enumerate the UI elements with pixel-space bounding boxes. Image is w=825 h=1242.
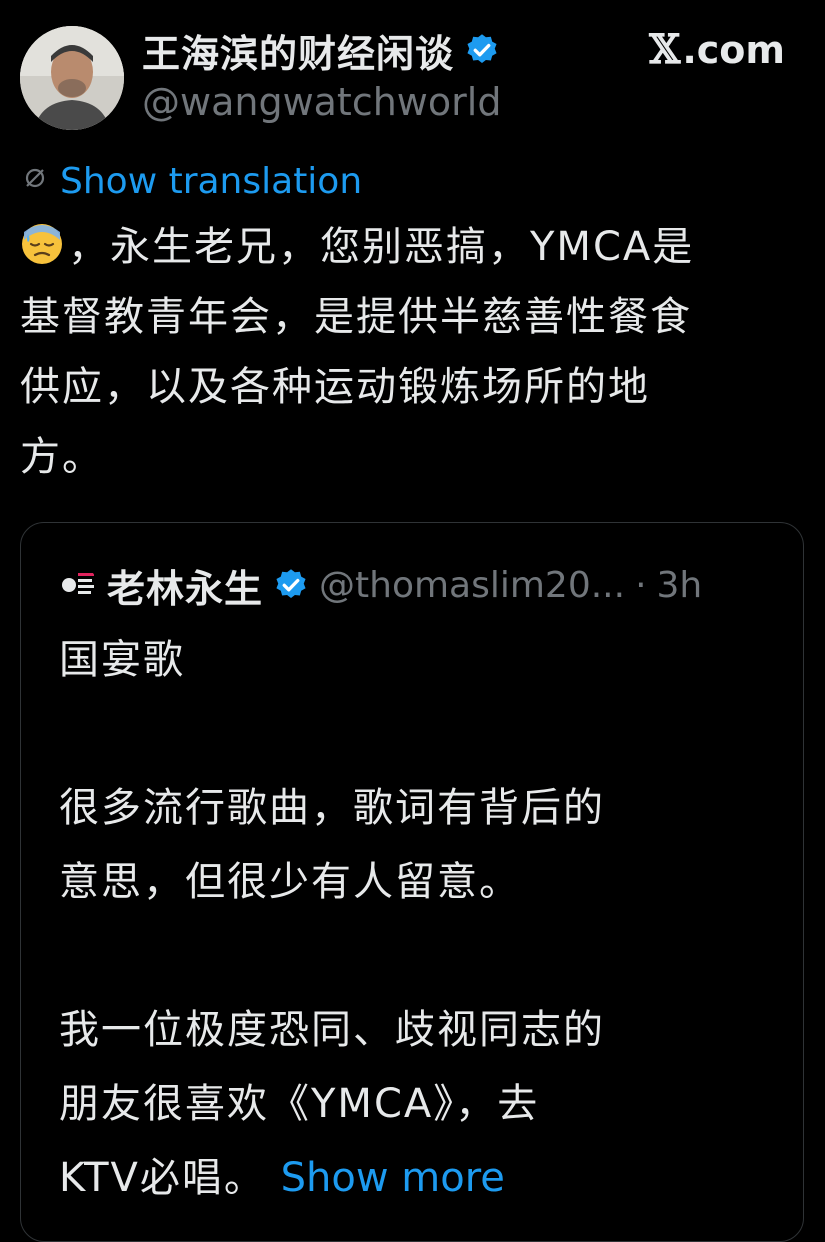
verified-badge-icon <box>273 567 309 603</box>
x-logo-icon: 𝕏 <box>649 26 681 73</box>
tweet-header: 王海滨的财经闲谈 @wangwatchworld 𝕏 .com <box>20 24 805 134</box>
show-translation-link[interactable]: Show translation <box>60 161 362 202</box>
quoted-tweet-card[interactable]: 老林永生 @thomaslim20... · 3h 国宴歌 很多流行歌曲，歌词有… <box>20 522 804 1242</box>
downcast-face-with-sweat-emoji <box>20 218 64 264</box>
quoted-tweet-timestamp[interactable]: 3h <box>657 565 703 606</box>
quoted-paragraph-3-line-1: 我一位极度恐同、歧视同志的 <box>59 1007 605 1053</box>
show-more-link[interactable]: Show more <box>281 1155 505 1201</box>
site-domain: .com <box>682 27 785 72</box>
author-handle[interactable]: @wangwatchworld <box>142 80 501 124</box>
quoted-paragraph-3-line-2: 朋友很喜欢《YMCA》，去 <box>59 1081 540 1127</box>
show-translation-row[interactable]: Show translation <box>22 158 362 204</box>
quoted-paragraph-2-line-1: 很多流行歌曲，歌词有背后的 <box>59 785 605 831</box>
tweet-line-1-text: ，永生老兄，您别恶搞，YMCA是 <box>68 224 695 270</box>
quoted-tweet-body: 国宴歌 很多流行歌曲，歌词有背后的 意思，但很少有人留意。 我一位极度恐同、歧视… <box>59 623 779 1215</box>
tweet-line-3: 供应，以及各种运动锻炼场所的地 <box>20 364 650 410</box>
quoted-paragraph-3-line-3: KTV必唱。 Show more <box>59 1141 779 1215</box>
verified-badge-icon <box>464 32 500 68</box>
quoted-author-avatar[interactable] <box>57 565 97 605</box>
quoted-paragraph-3-line-3-text: KTV必唱。 <box>59 1155 266 1201</box>
quoted-author-display-name[interactable]: 老林永生 <box>107 558 263 613</box>
translate-icon <box>22 165 48 198</box>
separator-dot: · <box>635 564 647 606</box>
quoted-tweet-header: 老林永生 @thomaslim20... · 3h <box>57 559 702 611</box>
author-name-row: 王海滨的财经闲谈 <box>142 24 500 76</box>
author-display-name[interactable]: 王海滨的财经闲谈 <box>142 23 454 78</box>
site-watermark: 𝕏 .com <box>649 26 785 73</box>
quoted-paragraph-1: 国宴歌 <box>59 637 185 683</box>
tweet-line-2: 基督教青年会，是提供半慈善性餐食 <box>20 294 692 340</box>
tweet-body: ，永生老兄，您别恶搞，YMCA是 基督教青年会，是提供半慈善性餐食 供应，以及各… <box>20 212 810 492</box>
author-avatar[interactable] <box>20 26 124 130</box>
tweet-line-1: ，永生老兄，您别恶搞，YMCA是 <box>20 212 810 282</box>
tweet-line-4: 方。 <box>20 434 104 480</box>
quoted-paragraph-2-line-2: 意思，但很少有人留意。 <box>59 859 521 905</box>
quoted-author-handle[interactable]: @thomaslim20... <box>319 565 625 606</box>
